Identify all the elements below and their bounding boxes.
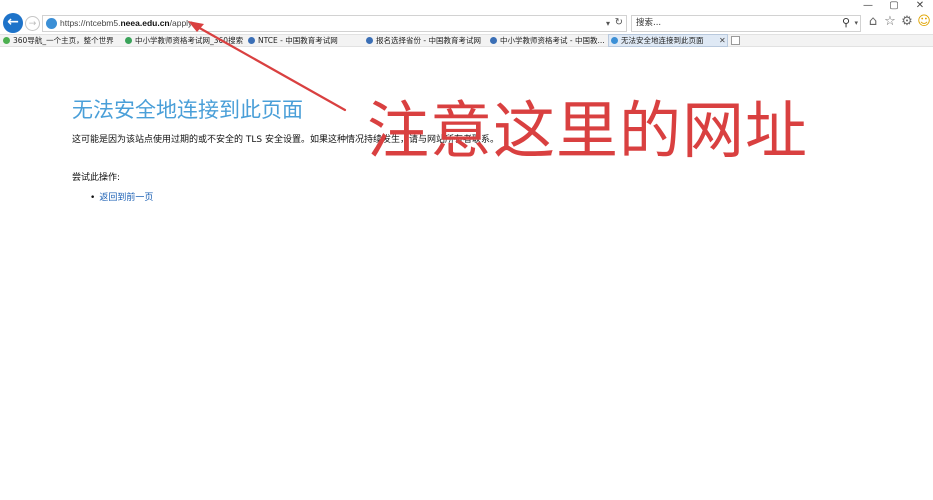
browser-chrome: — ▢ ✕ ← → https://ntcebm5.neea.edu.cn/ap… xyxy=(0,0,933,47)
url-path: /apply xyxy=(169,18,193,28)
toolbar-icons: ⌂ ☆ ⚙ ☺ xyxy=(866,14,931,30)
favorite-label: NTCE - 中国教育考试网 xyxy=(258,36,338,45)
refresh-icon[interactable]: ↻ xyxy=(615,16,623,30)
annotation-text: 注意这里的网址 xyxy=(367,94,809,167)
tab-close-icon[interactable]: ✕ xyxy=(719,35,726,46)
forward-arrow-icon: → xyxy=(28,19,37,29)
address-dropdown-icon[interactable]: ▾ xyxy=(606,17,610,30)
tab-favicon-icon xyxy=(611,37,618,44)
favorite-label: 中小学教师资格考试网_360搜索 xyxy=(135,36,243,45)
favorite-favicon-icon xyxy=(3,37,10,44)
search-dropdown-icon[interactable]: ▾ xyxy=(854,17,858,30)
search-box[interactable]: 搜索... ⚲ ▾ xyxy=(631,15,861,32)
url-prefix: https://ntcebm5. xyxy=(60,18,121,28)
favorite-item[interactable]: 中小学教师资格考试 - 中国教... xyxy=(490,35,605,46)
favorite-label: 报名选择省份 - 中国教育考试网 xyxy=(376,36,481,45)
minimize-button[interactable]: — xyxy=(855,0,881,14)
back-list-item: • 返回到前一页 xyxy=(90,190,153,203)
tab-title: 无法安全地连接到此页面 xyxy=(611,35,715,46)
favorite-favicon-icon xyxy=(490,37,497,44)
favorite-item[interactable]: NTCE - 中国教育考试网 xyxy=(248,35,360,46)
active-tab[interactable]: 无法安全地连接到此页面 xyxy=(608,34,728,47)
favorite-favicon-icon xyxy=(125,37,132,44)
favorite-favicon-icon xyxy=(366,37,373,44)
favorite-label: 中小学教师资格考试 - 中国教... xyxy=(500,36,605,45)
restore-button[interactable]: ▢ xyxy=(881,0,907,14)
new-tab-button[interactable] xyxy=(731,36,740,45)
tab-label: 无法安全地连接到此页面 xyxy=(621,36,704,45)
close-window-button[interactable]: ✕ xyxy=(907,0,933,14)
home-icon[interactable]: ⌂ xyxy=(866,14,880,30)
search-placeholder: 搜索... xyxy=(636,18,662,28)
favorites-and-tabs-bar: 360导航_一个主页，整个世界 中小学教师资格考试网_360搜索 NTCE - … xyxy=(0,34,933,47)
go-back-link[interactable]: 返回到前一页 xyxy=(99,193,153,203)
settings-gear-icon[interactable]: ⚙ xyxy=(900,14,914,30)
favorite-favicon-icon xyxy=(248,37,255,44)
url-text[interactable]: https://ntcebm5.neea.edu.cn/apply xyxy=(60,17,192,30)
feedback-smiley-icon[interactable]: ☺ xyxy=(917,14,931,30)
search-icon[interactable]: ⚲ xyxy=(842,16,850,30)
url-domain: neea.edu.cn xyxy=(120,18,170,28)
bullet-icon: • xyxy=(90,193,96,203)
back-button[interactable]: ← xyxy=(3,13,23,33)
try-this-label: 尝试此操作: xyxy=(72,173,121,183)
error-title: 无法安全地连接到此页面 xyxy=(72,98,303,122)
favorite-item[interactable]: 中小学教师资格考试网_360搜索 xyxy=(125,35,243,46)
favorite-label: 360导航_一个主页，整个世界 xyxy=(13,36,114,45)
annotation-arrow xyxy=(188,21,347,112)
favorite-item[interactable]: 360导航_一个主页，整个世界 xyxy=(3,35,121,46)
favorites-star-icon[interactable]: ☆ xyxy=(883,14,897,30)
window-controls: — ▢ ✕ xyxy=(855,0,933,14)
site-favicon-icon xyxy=(46,18,57,29)
favorite-item[interactable]: 报名选择省份 - 中国教育考试网 xyxy=(366,35,488,46)
back-arrow-icon: ← xyxy=(7,14,19,30)
address-bar[interactable]: https://ntcebm5.neea.edu.cn/apply ▾ ↻ xyxy=(42,15,627,32)
forward-button[interactable]: → xyxy=(25,16,40,31)
